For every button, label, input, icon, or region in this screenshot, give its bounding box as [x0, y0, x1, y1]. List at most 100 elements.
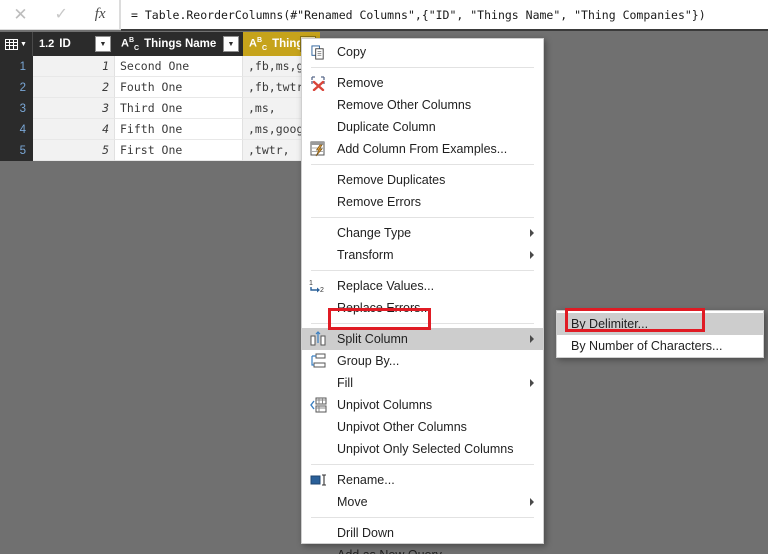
- menu-item-label: Remove Errors: [337, 195, 422, 209]
- add-column-from-examples-icon: [309, 140, 327, 158]
- menu-item-label: Split Column: [337, 332, 408, 346]
- formula-input[interactable]: = Table.ReorderColumns(#"Renamed Columns…: [120, 0, 768, 30]
- row-number: 3: [0, 98, 33, 119]
- cell-things-name[interactable]: Fifth One: [115, 119, 243, 140]
- chevron-right-icon: [530, 379, 534, 387]
- remove-column-icon: [309, 74, 327, 92]
- menu-item-move[interactable]: Move: [302, 491, 543, 513]
- grid-body: 1 1 Second One ,fb,ms,g 2 2 Fouth One ,f…: [0, 56, 320, 161]
- formula-bar-controls: ✕ ✓ fx: [0, 0, 120, 30]
- formula-bar-underline: [121, 29, 768, 31]
- table-row[interactable]: 1 1 Second One ,fb,ms,g: [0, 56, 320, 77]
- menu-separator: [311, 270, 534, 271]
- column-filter-dropdown-things-name[interactable]: ▼: [223, 36, 239, 52]
- menu-item-change-type[interactable]: Change Type: [302, 222, 543, 244]
- menu-item-replace-errors[interactable]: Replace Errors...: [302, 297, 543, 319]
- menu-item-unpivot-only-selected-columns[interactable]: Unpivot Only Selected Columns: [302, 438, 543, 460]
- menu-separator: [311, 67, 534, 68]
- row-number: 1: [0, 56, 33, 77]
- menu-item-remove[interactable]: Remove: [302, 72, 543, 94]
- table-row[interactable]: 4 4 Fifth One ,ms,goog: [0, 119, 320, 140]
- cell-id[interactable]: 3: [33, 98, 115, 119]
- cell-id[interactable]: 4: [33, 119, 115, 140]
- table-row[interactable]: 3 3 Third One ,ms,: [0, 98, 320, 119]
- column-header-things-name[interactable]: ABC Things Name ▼: [115, 32, 243, 56]
- svg-text:2: 2: [320, 287, 324, 294]
- menu-item-label: Unpivot Other Columns: [337, 420, 467, 434]
- menu-separator: [311, 323, 534, 324]
- split-column-icon: [309, 330, 327, 348]
- column-header-id[interactable]: 1.2 ID ▼: [33, 32, 115, 56]
- menu-item-label: Remove: [337, 76, 384, 90]
- grid-corner-button[interactable]: ▼: [0, 32, 33, 56]
- menu-item-label: Remove Duplicates: [337, 173, 446, 187]
- menu-item-label: Add Column From Examples...: [337, 142, 508, 156]
- table-row[interactable]: 5 5 First One ,twtr,: [0, 140, 320, 161]
- menu-item-label: Rename...: [337, 473, 395, 487]
- row-number: 2: [0, 77, 33, 98]
- data-grid: ▼ 1.2 ID ▼ ABC Things Name ▼ ABC Thing C…: [0, 32, 320, 162]
- fx-icon[interactable]: fx: [95, 7, 106, 22]
- cell-things-name[interactable]: First One: [115, 140, 243, 161]
- row-number: 4: [0, 119, 33, 140]
- menu-item-remove-other-columns[interactable]: Remove Other Columns: [302, 94, 543, 116]
- cell-id[interactable]: 1: [33, 56, 115, 77]
- close-icon[interactable]: ✕: [13, 6, 27, 23]
- number-type-icon: 1.2: [39, 38, 55, 50]
- menu-item-transform[interactable]: Transform: [302, 244, 543, 266]
- cell-id[interactable]: 5: [33, 140, 115, 161]
- menu-item-split-column[interactable]: Split Column: [302, 328, 543, 350]
- submenu-item-by-delimiter[interactable]: By Delimiter...: [557, 313, 763, 335]
- unpivot-icon: [309, 396, 327, 414]
- cell-things-name[interactable]: Second One: [115, 56, 243, 77]
- menu-item-label: Group By...: [337, 354, 400, 368]
- chevron-down-icon: ▼: [20, 40, 27, 48]
- row-number: 5: [0, 140, 33, 161]
- menu-item-label: Unpivot Columns: [337, 398, 433, 412]
- group-by-icon: [309, 352, 327, 370]
- menu-item-label: Fill: [337, 376, 353, 390]
- menu-item-duplicate-column[interactable]: Duplicate Column: [302, 116, 543, 138]
- menu-item-remove-duplicates[interactable]: Remove Duplicates: [302, 169, 543, 191]
- menu-item-fill[interactable]: Fill: [302, 372, 543, 394]
- menu-item-label: Transform: [337, 248, 394, 262]
- menu-item-add-column-from-examples[interactable]: Add Column From Examples...: [302, 138, 543, 160]
- cell-things-name[interactable]: Third One: [115, 98, 243, 119]
- menu-separator: [311, 217, 534, 218]
- formula-text: = Table.ReorderColumns(#"Renamed Columns…: [131, 7, 706, 22]
- cell-things-name[interactable]: Fouth One: [115, 77, 243, 98]
- menu-item-replace-values[interactable]: 1 2 Replace Values...: [302, 275, 543, 297]
- app-root: ✕ ✓ fx = Table.ReorderColumns(#"Renamed …: [0, 0, 768, 554]
- submenu-item-by-number-of-characters[interactable]: By Number of Characters...: [557, 335, 763, 357]
- menu-item-label: Drill Down: [337, 526, 394, 540]
- text-type-icon: ABC: [249, 36, 268, 52]
- menu-separator: [311, 517, 534, 518]
- check-icon[interactable]: ✓: [54, 6, 67, 23]
- menu-item-group-by[interactable]: Group By...: [302, 350, 543, 372]
- column-context-menu: Copy Remove Remove Other Columns Duplica…: [301, 38, 544, 554]
- menu-item-label: Replace Errors...: [337, 301, 431, 315]
- table-grid-icon: [5, 38, 19, 50]
- column-header-id-label: ID: [59, 38, 71, 50]
- copy-icon: [309, 43, 327, 61]
- menu-item-add-as-new-query[interactable]: Add as New Query: [302, 544, 543, 554]
- column-filter-dropdown-id[interactable]: ▼: [95, 36, 111, 52]
- menu-item-rename[interactable]: Rename...: [302, 469, 543, 491]
- menu-item-copy[interactable]: Copy: [302, 41, 543, 63]
- cell-id[interactable]: 2: [33, 77, 115, 98]
- submenu-item-label: By Delimiter...: [571, 317, 649, 331]
- menu-item-unpivot-other-columns[interactable]: Unpivot Other Columns: [302, 416, 543, 438]
- chevron-right-icon: [530, 229, 534, 237]
- menu-item-label: Duplicate Column: [337, 120, 436, 134]
- submenu-item-label: By Number of Characters...: [571, 339, 723, 353]
- menu-item-unpivot-columns[interactable]: Unpivot Columns: [302, 394, 543, 416]
- table-row[interactable]: 2 2 Fouth One ,fb,twtr: [0, 77, 320, 98]
- menu-separator: [311, 164, 534, 165]
- menu-item-label: Remove Other Columns: [337, 98, 472, 112]
- chevron-right-icon: [530, 251, 534, 259]
- menu-item-label: Move: [337, 495, 368, 509]
- chevron-right-icon: [530, 335, 534, 343]
- menu-item-drill-down[interactable]: Drill Down: [302, 522, 543, 544]
- menu-item-label: Add as New Query: [337, 548, 442, 554]
- menu-item-remove-errors[interactable]: Remove Errors: [302, 191, 543, 213]
